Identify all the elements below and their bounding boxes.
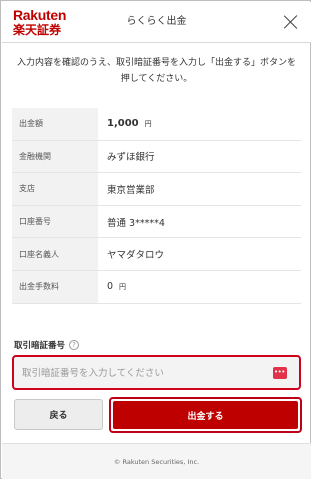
detail-value: 0 円 bbox=[107, 271, 126, 303]
detail-row-bank: 金融機関 みずほ銀行 bbox=[12, 140, 301, 174]
submit-button-focus-ring: 出金する bbox=[109, 397, 302, 433]
detail-value: 東京営業部 bbox=[107, 184, 155, 196]
detail-row-account-number: 口座番号 普通 3*****4 bbox=[12, 205, 301, 239]
detail-label: 出金手数料 bbox=[12, 270, 98, 303]
pin-field bbox=[12, 355, 301, 390]
withdrawal-dialog: Rakuten 楽天証券 らくらく出金 入力内容を確認のうえ、取引暗証番号を入力… bbox=[0, 0, 311, 479]
back-button[interactable]: 戻る bbox=[14, 399, 103, 430]
amount-unit: 円 bbox=[144, 119, 152, 128]
detail-label: 口座名義人 bbox=[12, 238, 98, 270]
detail-value: 1,000 円 bbox=[107, 108, 152, 140]
fee-unit: 円 bbox=[119, 282, 127, 291]
detail-label: 出金額 bbox=[12, 108, 98, 140]
detail-value: みずほ銀行 bbox=[107, 152, 155, 164]
detail-label: 支店 bbox=[12, 173, 98, 205]
fee-value: 0 bbox=[107, 281, 114, 293]
instruction-text: 入力内容を確認のうえ、取引暗証番号を入力し「出金する」ボタンを押してください。 bbox=[16, 58, 296, 84]
pin-label-text: 取引暗証番号 bbox=[14, 341, 66, 351]
detail-value: 普通 3*****4 bbox=[107, 217, 165, 229]
dialog-header: Rakuten 楽天証券 らくらく出金 bbox=[2, 2, 311, 43]
help-icon[interactable]: ? bbox=[69, 340, 80, 350]
amount-value: 1,000 bbox=[107, 118, 139, 130]
keyboard-icon[interactable] bbox=[273, 367, 287, 379]
pin-input[interactable] bbox=[22, 363, 258, 383]
detail-row-amount: 出金額 1,000 円 bbox=[12, 108, 301, 141]
detail-value: ヤマダタロウ bbox=[107, 250, 165, 262]
footer-copyright: © Rakuten Securities, Inc. bbox=[2, 443, 311, 479]
close-icon[interactable] bbox=[283, 14, 299, 30]
detail-label: 口座番号 bbox=[12, 205, 98, 238]
dialog-title: らくらく出金 bbox=[126, 16, 187, 27]
detail-row-branch: 支店 東京営業部 bbox=[12, 173, 301, 206]
withdraw-button[interactable]: 出金する bbox=[113, 401, 298, 429]
detail-row-account-holder: 口座名義人 ヤマダタロウ bbox=[12, 238, 301, 271]
details-table: 出金額 1,000 円 金融機関 みずほ銀行 支店 東京営業部 口座番号 普通 … bbox=[12, 108, 301, 304]
detail-row-fee: 出金手数料 0 円 bbox=[12, 270, 301, 304]
detail-label: 金融機関 bbox=[12, 140, 98, 173]
pin-label: 取引暗証番号 ? bbox=[14, 339, 80, 351]
